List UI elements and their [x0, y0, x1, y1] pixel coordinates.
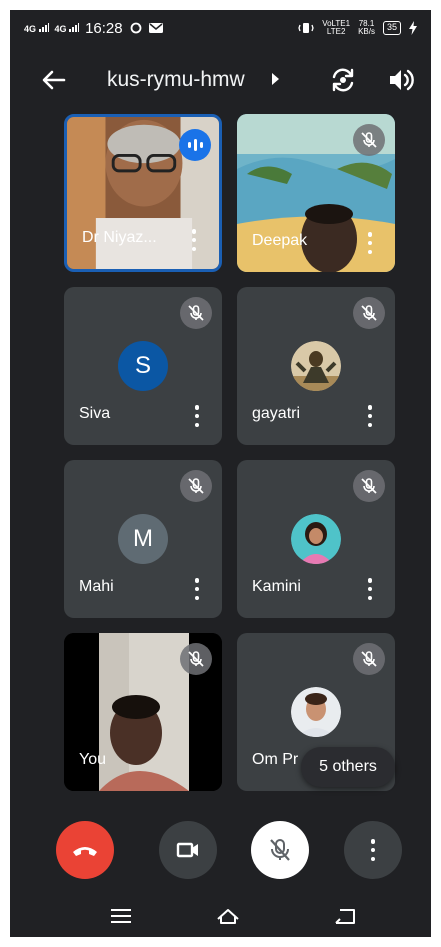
mic-muted-icon: [180, 643, 212, 675]
avatar: M: [118, 514, 168, 564]
more-options-icon[interactable]: [194, 405, 200, 427]
participant-tile[interactable]: Deepak: [237, 114, 395, 272]
participant-name: Kamini: [252, 578, 301, 595]
call-header: kus-rymu-hmw: [10, 58, 431, 102]
more-options-icon[interactable]: [367, 578, 373, 600]
meeting-code[interactable]: kus-rymu-hmw: [107, 66, 245, 94]
mail-icon: [148, 23, 163, 33]
phone-screen: 4G 4G 16:28 VoLTE1 LTE2 78.1 KB/s 35 kus…: [10, 10, 431, 937]
participant-name: gayatri: [252, 405, 301, 422]
participant-name: Siva: [79, 405, 111, 422]
avatar: [291, 687, 341, 737]
more-vert-icon: [370, 839, 376, 861]
more-options-icon[interactable]: [367, 232, 373, 254]
volte-indicator: VoLTE1 LTE2: [322, 19, 351, 36]
home-icon[interactable]: [215, 905, 241, 927]
network-type-1: 4G: [24, 23, 37, 34]
avatar: [291, 341, 341, 391]
network-speed: 78.1 KB/s: [358, 19, 375, 36]
more-options-icon[interactable]: [367, 405, 373, 427]
mic-muted-icon: [353, 470, 385, 502]
back-arrow-icon[interactable]: [40, 66, 68, 94]
participant-name: You: [79, 751, 106, 768]
video-camera-icon: [176, 842, 198, 858]
participant-name: Deepak: [252, 232, 308, 249]
clock: 16:28: [85, 19, 123, 37]
participant-name: Om Pr: [252, 751, 299, 768]
system-nav-bar: [10, 897, 431, 937]
sync-icon: [130, 22, 142, 34]
vibrate-icon: [298, 23, 314, 33]
mic-muted-icon: [353, 124, 385, 156]
mic-muted-icon: [353, 297, 385, 329]
network-indicator-2: 4G: [54, 22, 80, 34]
status-bar: 4G 4G 16:28 VoLTE1 LTE2 78.1 KB/s 35: [10, 10, 431, 46]
caret-right-icon[interactable]: [272, 73, 279, 85]
battery-indicator: 35: [382, 21, 401, 35]
more-options-button[interactable]: [344, 821, 402, 879]
menu-icon[interactable]: [108, 905, 134, 927]
phone-hangup-icon: [73, 847, 97, 856]
charging-icon: [409, 21, 417, 35]
speaker-icon[interactable]: [386, 65, 416, 95]
participant-name: Dr Niyaz...: [82, 229, 157, 246]
mic-off-icon: [270, 839, 290, 861]
signal-icon: [38, 22, 49, 32]
camera-toggle-button[interactable]: [159, 821, 217, 879]
avatar: S: [118, 341, 168, 391]
avatar: [291, 514, 341, 564]
participant-tile[interactable]: S Siva: [64, 287, 222, 445]
network-indicator-1: 4G: [24, 22, 49, 34]
mic-muted-icon: [180, 297, 212, 329]
others-badge[interactable]: 5 others: [301, 747, 395, 787]
signal-icon: [69, 22, 80, 32]
network-type-2: 4G: [54, 23, 67, 34]
mic-muted-icon: [180, 470, 212, 502]
participant-tile[interactable]: Dr Niyaz...: [64, 114, 222, 272]
more-options-icon[interactable]: [191, 229, 197, 251]
speaking-indicator-icon: [179, 129, 211, 161]
participant-tile[interactable]: Kamini: [237, 460, 395, 618]
mic-muted-icon: [353, 643, 385, 675]
participant-tile[interactable]: M Mahi: [64, 460, 222, 618]
participant-name: Mahi: [79, 578, 114, 595]
mic-toggle-button[interactable]: [251, 821, 309, 879]
self-view-tile[interactable]: You: [64, 633, 222, 791]
more-options-icon[interactable]: [194, 578, 200, 600]
back-nav-icon[interactable]: [332, 905, 358, 927]
switch-camera-icon[interactable]: [328, 65, 358, 95]
participant-tile[interactable]: gayatri: [237, 287, 395, 445]
end-call-button[interactable]: [56, 821, 114, 879]
